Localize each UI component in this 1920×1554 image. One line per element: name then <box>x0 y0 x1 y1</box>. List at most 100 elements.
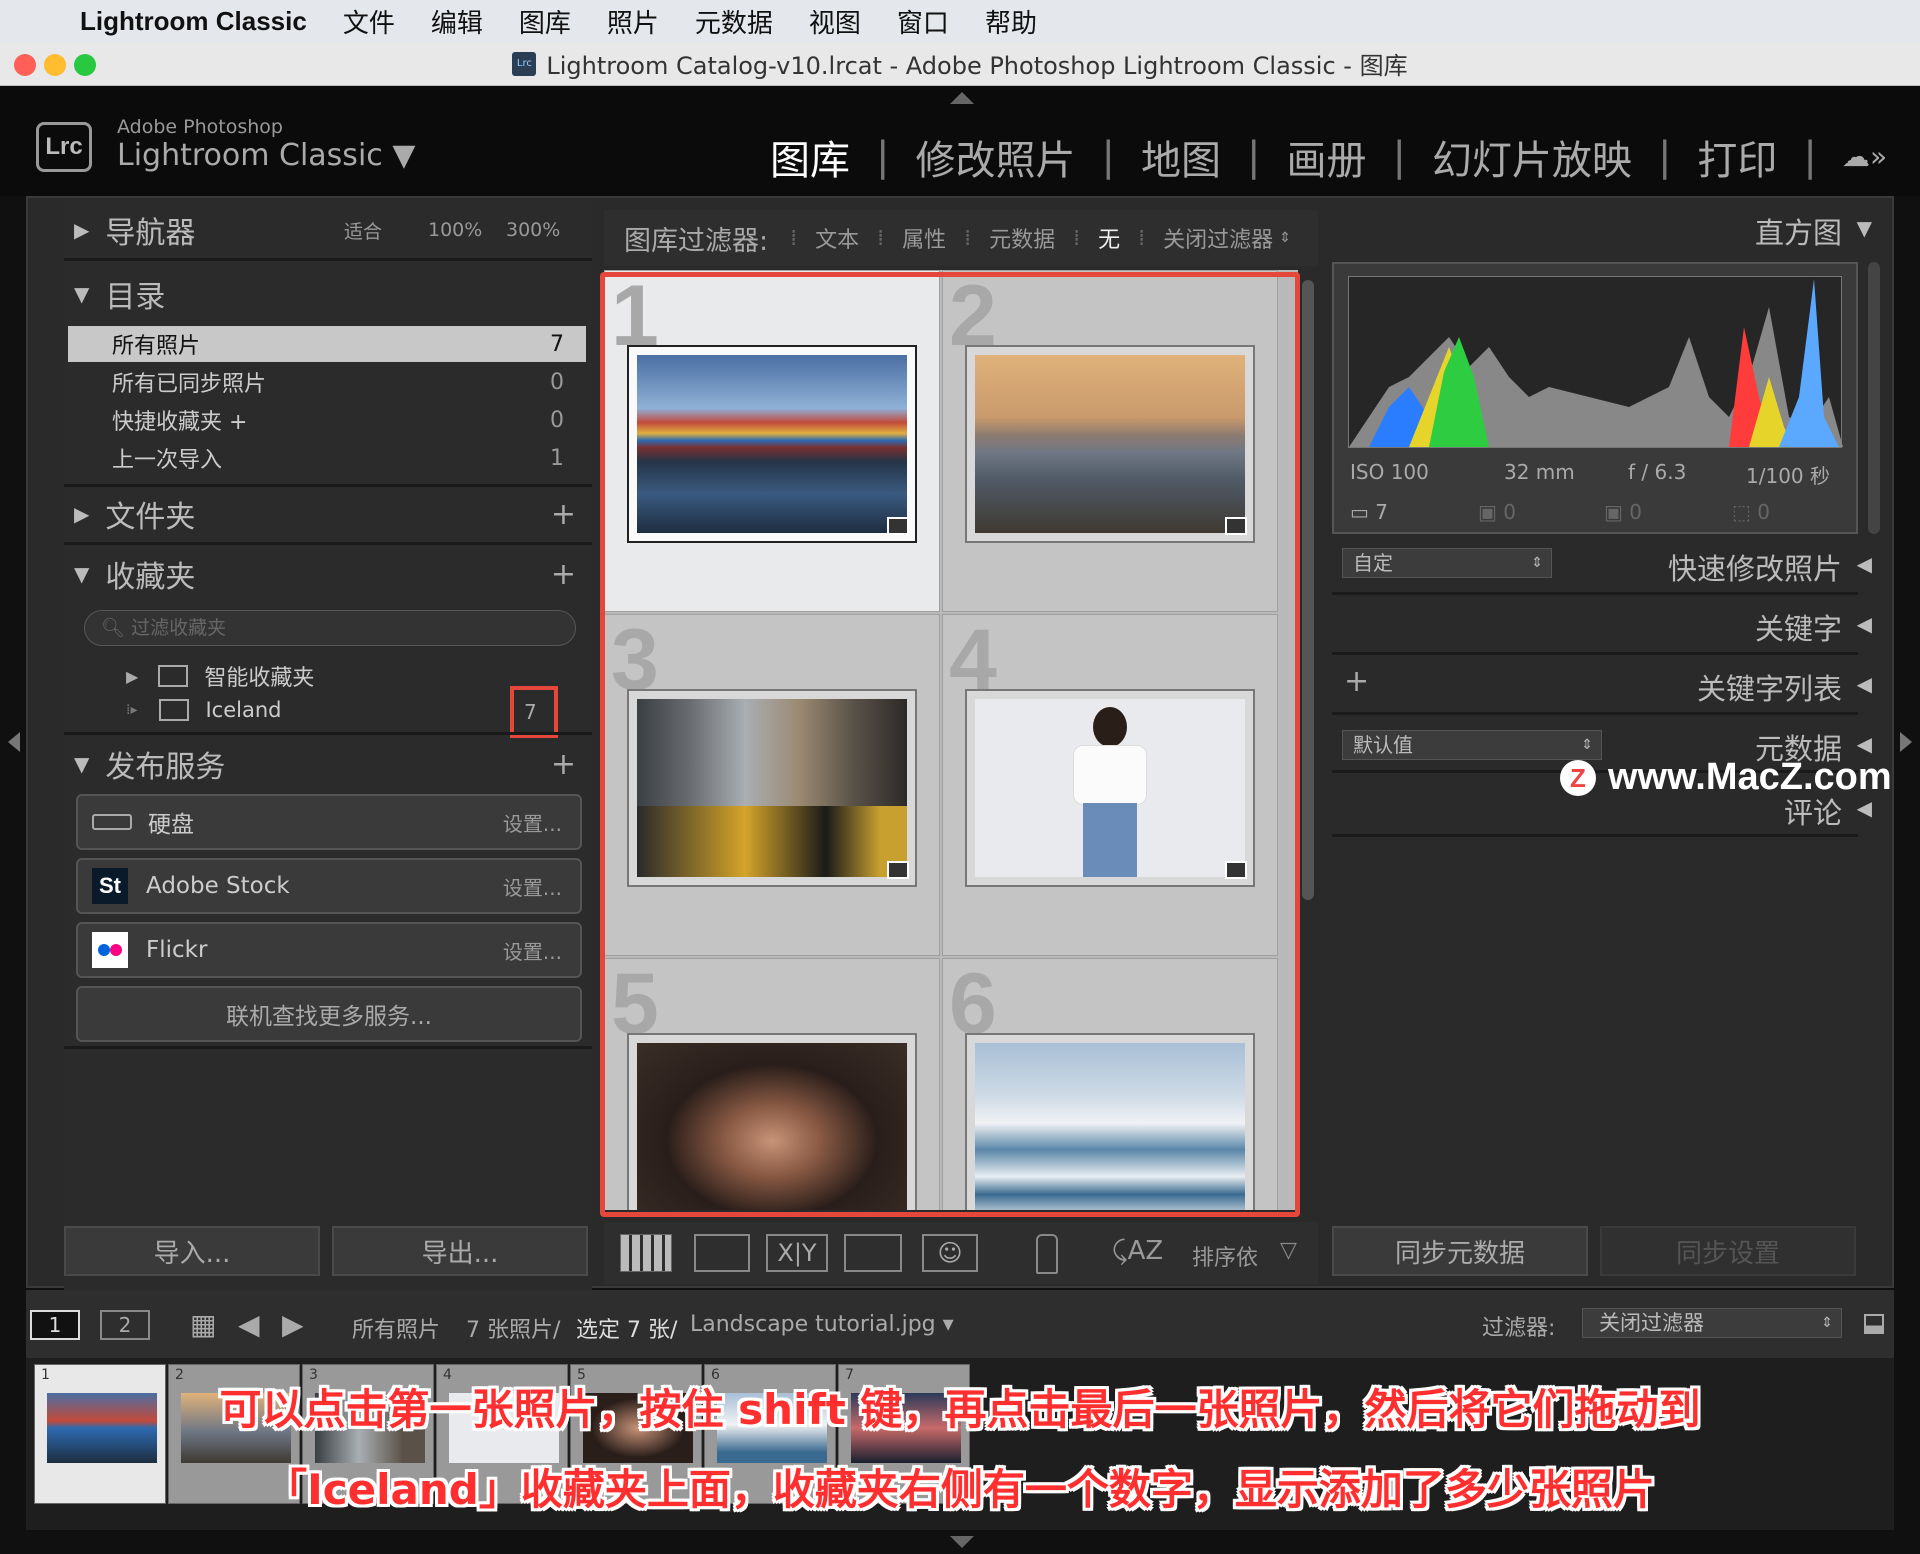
expand-left-icon[interactable]: ◀ <box>1857 796 1872 820</box>
sort-label[interactable]: 排序依 <box>1192 1240 1258 1272</box>
divider <box>64 258 592 261</box>
catalog-quick-collection[interactable]: 快捷收藏夹 + 0 <box>68 402 586 438</box>
zoom-window-icon[interactable] <box>74 54 96 76</box>
sort-direction-icon[interactable]: ⤹AZ <box>1112 1236 1163 1267</box>
menu-window[interactable]: 窗口 <box>897 3 949 40</box>
publish-hard-drive[interactable]: 硬盘 设置... <box>76 794 582 850</box>
menu-app-name[interactable]: Lightroom Classic <box>80 6 307 37</box>
menu-view[interactable]: 视图 <box>809 3 861 40</box>
current-file[interactable]: Landscape tutorial.jpg ▾ <box>690 1312 954 1337</box>
import-button[interactable]: 导入... <box>64 1226 320 1276</box>
collapse-icon[interactable]: ▼ <box>1857 216 1872 240</box>
quick-develop-preset-value: 自定 <box>1353 551 1393 575</box>
survey-view-icon[interactable] <box>844 1234 902 1272</box>
smart-collections-set[interactable]: ▶ 智能收藏夹 <box>126 660 314 692</box>
window-2-toggle[interactable]: 2 <box>100 1310 150 1340</box>
grid-shortcut-icon[interactable]: ▦ <box>190 1308 216 1341</box>
sync-settings-button[interactable]: 同步设置 <box>1600 1226 1856 1276</box>
keywording-title[interactable]: 关键字 <box>1755 606 1842 648</box>
expand-left-icon[interactable]: ◀ <box>1857 552 1872 576</box>
module-print[interactable]: 打印 <box>1697 128 1777 186</box>
quick-develop-title[interactable]: 快速修改照片 <box>1668 546 1842 588</box>
menu-library[interactable]: 图库 <box>519 3 571 40</box>
collapse-top-arrow-icon[interactable] <box>950 92 974 104</box>
catalog-all-photos[interactable]: 所有照片 7 <box>68 326 586 362</box>
module-book[interactable]: 画册 <box>1286 128 1366 186</box>
sync-metadata-button[interactable]: 同步元数据 <box>1332 1226 1588 1276</box>
add-folder-icon[interactable]: + <box>551 497 576 532</box>
right-panel-scrollbar[interactable] <box>1868 262 1880 534</box>
collection-iceland[interactable]: ⁞▸ Iceland <box>126 698 282 722</box>
folders-header[interactable]: ▶ 文件夹 + <box>64 486 592 542</box>
grid-scrollbar[interactable] <box>1302 280 1314 900</box>
publish-adobe-stock[interactable]: St Adobe Stock 设置... <box>76 858 582 914</box>
module-slideshow[interactable]: 幻灯片放映 <box>1432 128 1632 186</box>
smart-collections-label: 智能收藏夹 <box>204 666 315 691</box>
collection-set-icon <box>158 665 189 687</box>
filter-metadata[interactable]: 元数据 <box>989 222 1055 254</box>
add-collection-icon[interactable]: + <box>551 557 576 592</box>
zoom-fit[interactable]: 适合 <box>344 217 382 244</box>
catalog-previous-import[interactable]: 上一次导入 1 <box>68 440 586 476</box>
brand-product[interactable]: Lightroom Classic ▼ <box>117 138 415 173</box>
filmstrip-filter-value: 关闭过滤器 <box>1599 1311 1704 1335</box>
navigator-header[interactable]: ▶ 导航器 适合 100% 300% <box>64 202 592 258</box>
menu-help[interactable]: 帮助 <box>985 3 1037 40</box>
expand-left-icon[interactable]: ◀ <box>1857 672 1872 696</box>
zoom-300[interactable]: 300% <box>506 219 560 241</box>
collections-header[interactable]: ▼ 收藏夹 + <box>64 546 592 602</box>
compare-view-icon[interactable]: X|Y <box>766 1234 828 1272</box>
add-keyword-icon[interactable]: + <box>1344 664 1369 699</box>
filter-text[interactable]: 文本 <box>815 222 859 254</box>
forward-arrow-icon[interactable]: ▶ <box>282 1308 304 1341</box>
back-arrow-icon[interactable]: ◀ <box>238 1308 260 1341</box>
painter-icon[interactable] <box>1036 1234 1058 1274</box>
filter-attribute[interactable]: 属性 <box>902 222 946 254</box>
export-button[interactable]: 导出... <box>332 1226 588 1276</box>
publish-setup[interactable]: 设置... <box>503 872 562 901</box>
filter-lock-icon[interactable] <box>1864 1314 1884 1334</box>
module-map[interactable]: 地图 <box>1141 128 1221 186</box>
add-publish-service-icon[interactable]: + <box>551 747 576 782</box>
catalog-synced-photos[interactable]: 所有已同步照片 0 <box>68 364 586 400</box>
expand-left-icon[interactable]: ◀ <box>1857 612 1872 636</box>
close-window-icon[interactable] <box>14 54 36 76</box>
expand-left-icon[interactable]: ◀ <box>1857 732 1872 756</box>
menu-edit[interactable]: 编辑 <box>431 3 483 40</box>
cloud-sync-icon[interactable]: ☁» <box>1842 140 1887 173</box>
zoom-100[interactable]: 100% <box>428 219 482 241</box>
menu-file[interactable]: 文件 <box>343 3 395 40</box>
catalog-row-label: 快捷收藏夹 + <box>112 410 248 435</box>
menu-metadata[interactable]: 元数据 <box>695 3 773 40</box>
catalog-row-count: 0 <box>550 407 564 433</box>
menu-photo[interactable]: 照片 <box>607 3 659 40</box>
publish-header[interactable]: ▼ 发布服务 + <box>64 736 592 792</box>
left-panel-toggle-icon[interactable] <box>8 732 20 752</box>
caption-line-1: 可以点击第一张照片，按住 shift 键，再点击最后一张照片，然后将它们拖动到 <box>219 1385 1701 1434</box>
module-library[interactable]: 图库 <box>770 128 850 186</box>
filmstrip-filter-select[interactable]: 关闭过滤器 ⇕ <box>1582 1308 1842 1338</box>
filter-none[interactable]: 无 <box>1098 222 1120 254</box>
minimize-window-icon[interactable] <box>44 54 66 76</box>
publish-flickr[interactable]: Flickr 设置... <box>76 922 582 978</box>
module-develop[interactable]: 修改照片 <box>915 128 1075 186</box>
publish-setup[interactable]: 设置... <box>503 808 562 837</box>
toolbar-menu-icon[interactable]: ▽ <box>1280 1238 1297 1263</box>
source-label[interactable]: 所有照片 <box>352 1312 440 1344</box>
filter-preset-select[interactable]: 关闭过滤器 <box>1163 222 1273 254</box>
selected-count: 选定 7 张/ <box>576 1318 678 1343</box>
collection-iceland-label: Iceland <box>205 698 282 722</box>
people-view-icon[interactable]: ☺ <box>922 1234 978 1272</box>
quick-develop-preset-select[interactable]: 自定 ⇕ <box>1342 548 1552 578</box>
keyword-list-title[interactable]: 关键字列表 <box>1697 666 1842 708</box>
loupe-view-icon[interactable] <box>694 1234 750 1272</box>
catalog-header[interactable]: ▼ 目录 <box>64 266 592 322</box>
publish-setup[interactable]: 设置... <box>503 936 562 965</box>
grid-view-icon[interactable] <box>620 1234 672 1272</box>
find-more-services-button[interactable]: 联机查找更多服务... <box>76 986 582 1042</box>
collection-search-input[interactable]: 🔍︎ 过滤收藏夹 <box>84 610 576 646</box>
right-panel-toggle-icon[interactable] <box>1900 732 1912 752</box>
missing-count: ⬚ 0 <box>1732 500 1770 524</box>
window-1-toggle[interactable]: 1 <box>30 1310 80 1340</box>
collapse-bottom-arrow-icon[interactable] <box>950 1536 974 1548</box>
